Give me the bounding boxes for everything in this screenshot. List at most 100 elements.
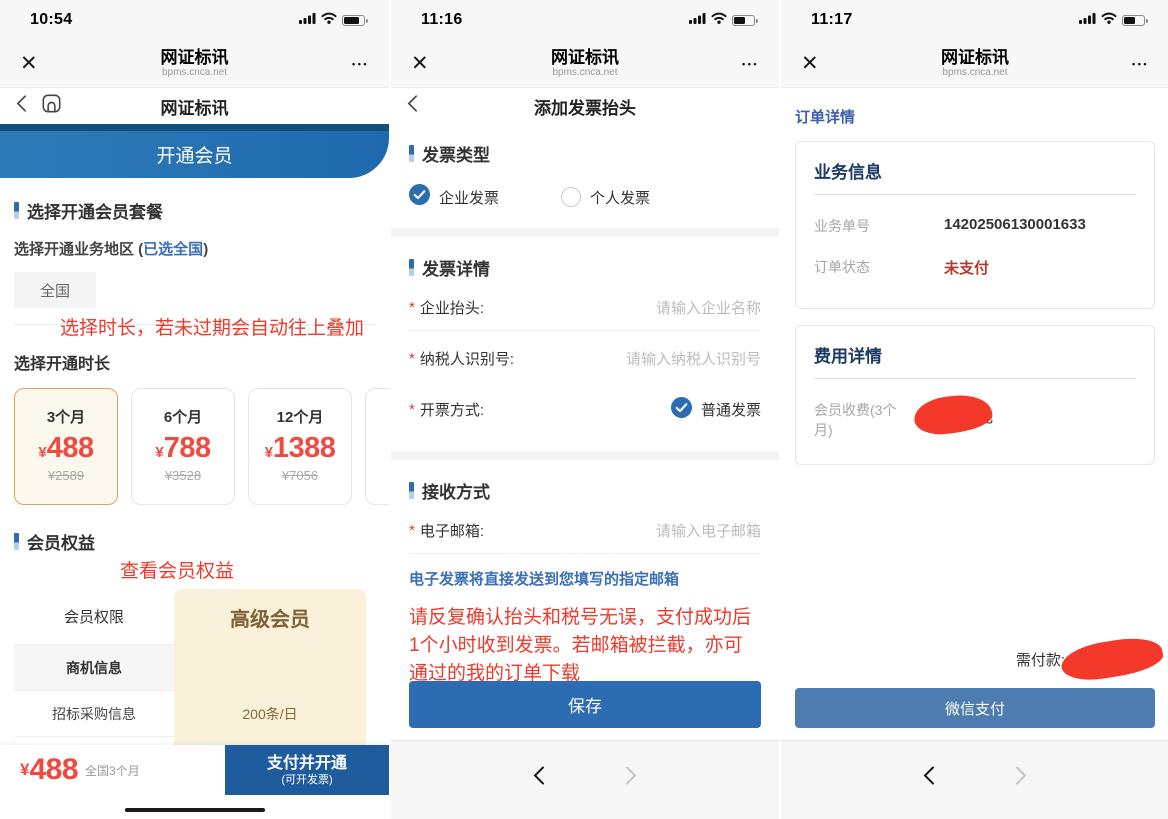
nav-forward-icon[interactable] (1015, 765, 1027, 819)
panel-membership: 10:54 ✕ 网证标讯 bpms.cnca.net ••• 网证标讯 开通会员 (0, 0, 389, 819)
page-title: 网证标讯 (0, 94, 389, 119)
check-circle-icon (409, 184, 430, 210)
amount-due-row: 需付款: (1016, 641, 1163, 677)
nav-back-icon[interactable] (533, 765, 545, 819)
page-title: 添加发票抬头 (391, 94, 779, 119)
webview-title-block: 网证标讯 bpms.cnca.net (391, 48, 779, 79)
fee-detail-card: 费用详情 会员收费(3个月) 元 (795, 325, 1155, 465)
check-circle-icon (671, 397, 692, 422)
page-nav: 添加发票抬头 (391, 88, 779, 124)
battery-icon (732, 15, 755, 26)
section-package: 选择开通会员套餐 (14, 198, 375, 223)
company-name-placeholder: 请输入企业名称 (656, 297, 761, 318)
plan-card-partial[interactable] (365, 388, 389, 505)
wifi-icon (321, 11, 337, 29)
home-indicator (125, 808, 265, 812)
banner-top-strip (0, 124, 389, 131)
radio-company-invoice[interactable]: 企业发票 (409, 184, 499, 210)
cellular-signal-icon (299, 11, 316, 29)
handwritten-annotation-benefits: 查看会员权益 (120, 556, 375, 583)
close-icon[interactable]: ✕ (411, 51, 429, 76)
close-icon[interactable]: ✕ (20, 51, 38, 76)
browser-bottom-nav (781, 740, 1168, 819)
invoice-method-field[interactable]: * 开票方式: 普通发票 (409, 386, 761, 433)
region-line: 选择开通业务地区 (已选全国) (14, 238, 375, 259)
webview-title: 网证标讯 (0, 48, 389, 67)
status-icons (689, 11, 755, 29)
plan-card-12months[interactable]: 12个月 ¥1388 ¥7056 (248, 388, 352, 505)
webview-title: 网证标讯 (781, 48, 1168, 67)
handwritten-annotation-duration: 选择时长，若未过期会自动往上叠加 (60, 313, 375, 340)
status-bar: 11:17 (781, 0, 1168, 40)
wechat-pay-button[interactable]: 微信支付 (795, 688, 1155, 728)
banner-title: 开通会员 (156, 141, 232, 168)
save-button[interactable]: 保存 (409, 681, 761, 728)
panel-invoice-form: 11:16 ✕ 网证标讯 bpms.cnca.net ••• 添加发票抬头 发票… (389, 0, 779, 819)
section-invoice-type: 发票类型 (409, 141, 761, 166)
status-bar: 10:54 (0, 0, 389, 40)
region-selected-link[interactable]: 已选全国 (143, 241, 203, 258)
browser-bottom-nav (391, 740, 779, 819)
table-row: 商机信息 (14, 645, 366, 691)
card-title: 费用详情 (814, 342, 1136, 379)
total-price: 488 (29, 753, 78, 787)
tax-id-field[interactable]: * 纳税人识别号: 请输入纳税人识别号 (409, 335, 761, 382)
order-detail-title: 订单详情 (795, 106, 1155, 127)
status-bar: 11:16 (391, 0, 779, 40)
tax-id-placeholder: 请输入纳税人识别号 (626, 348, 761, 369)
section-benefits: 会员权益 (14, 529, 375, 554)
plan-cards: 3个月 ¥488 ¥2589 6个月 ¥788 ¥3528 12个月 ¥1388… (14, 388, 389, 505)
cellular-signal-icon (1079, 11, 1096, 29)
email-field[interactable]: * 电子邮箱: 请输入电子邮箱 (409, 507, 761, 554)
company-name-field[interactable]: * 企业抬头: 请输入企业名称 (409, 284, 761, 331)
open-membership-banner: 开通会员 (0, 131, 389, 178)
section-marker (409, 145, 414, 162)
membership-fee-row: 会员收费(3个月) 元 (814, 400, 1136, 440)
webview-header: ✕ 网证标讯 bpms.cnca.net ••• (0, 40, 389, 88)
panel-order-detail: 11:17 ✕ 网证标讯 bpms.cnca.net ••• 订单详情 业务信息… (779, 0, 1168, 819)
section-duration: 选择开通时长 (14, 350, 375, 374)
card-title: 业务信息 (814, 158, 1136, 195)
wifi-icon (711, 11, 727, 29)
webview-header: ✕ 网证标讯 bpms.cnca.net ••• (391, 40, 779, 88)
section-marker (14, 202, 19, 219)
home-indicator-area (0, 795, 389, 819)
webview-title: 网证标讯 (391, 48, 779, 67)
invoice-method-value: 普通发票 (701, 399, 761, 420)
section-marker (409, 259, 414, 276)
status-time: 11:16 (421, 11, 463, 29)
invoice-type-radios: 企业发票 个人发票 (409, 184, 761, 210)
nav-forward-icon[interactable] (625, 765, 637, 819)
battery-icon (1122, 15, 1145, 26)
nav-back-icon[interactable] (923, 765, 935, 819)
status-time: 11:17 (811, 11, 853, 29)
order-status-row: 订单状态 未支付 (814, 257, 1136, 278)
more-menu-icon[interactable]: ••• (742, 59, 759, 69)
order-status-badge: 未支付 (944, 257, 989, 278)
section-divider-band (391, 451, 779, 460)
radio-personal-invoice[interactable]: 个人发票 (561, 187, 650, 208)
section-marker (409, 482, 414, 499)
more-menu-icon[interactable]: ••• (352, 59, 369, 69)
table-row: 招标采购信息 200条/日 (14, 691, 366, 737)
pay-and-activate-button[interactable]: 支付并开通 (可开发票) (225, 745, 389, 795)
webview-subtitle: bpms.cnca.net (391, 67, 779, 79)
plan-card-6months[interactable]: 6个月 ¥788 ¥3528 (131, 388, 235, 505)
redacted-amount-scribble (1059, 633, 1165, 685)
table-header-row: 会员权限 高级会员 (14, 589, 366, 645)
status-icons (299, 11, 365, 29)
wifi-icon (1101, 11, 1117, 29)
more-menu-icon[interactable]: ••• (1132, 59, 1149, 69)
webview-title-block: 网证标讯 bpms.cnca.net (0, 48, 389, 79)
webview-subtitle: bpms.cnca.net (781, 67, 1168, 79)
section-invoice-detail: 发票详情 (409, 255, 761, 280)
status-time: 10:54 (30, 11, 72, 29)
status-icons (1079, 11, 1145, 29)
plan-card-3months[interactable]: 3个月 ¥488 ¥2589 (14, 388, 118, 505)
order-number-row: 业务单号 14202506130001633 (814, 216, 1136, 236)
section-divider-band (391, 228, 779, 237)
section-receive-method: 接收方式 (409, 478, 761, 503)
battery-icon (342, 15, 365, 26)
region-nationwide-button[interactable]: 全国 (14, 272, 96, 308)
close-icon[interactable]: ✕ (801, 51, 819, 76)
